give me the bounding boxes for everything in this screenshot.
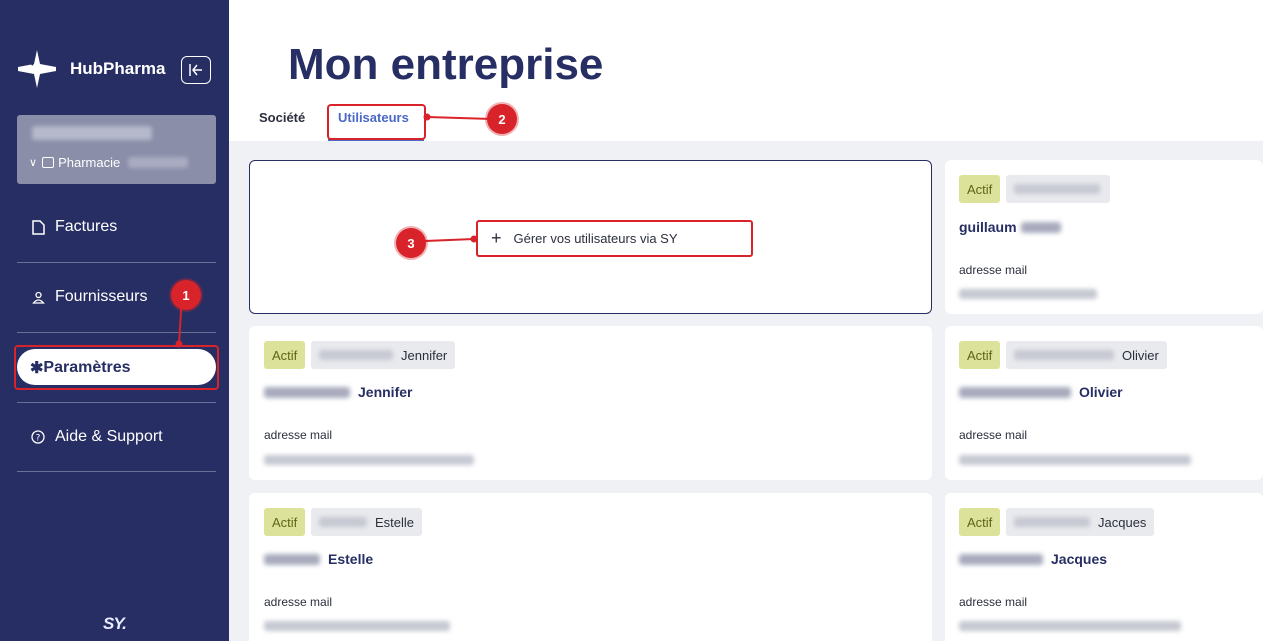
user-icon bbox=[30, 289, 46, 305]
user-tag-first-name: Jennifer bbox=[401, 347, 448, 363]
email-value-redacted bbox=[264, 452, 474, 470]
nav-label-factures: Factures bbox=[55, 218, 118, 235]
nav-item-fournisseurs[interactable]: Fournisseurs bbox=[30, 288, 147, 306]
user-last-name-redacted bbox=[1014, 350, 1114, 360]
callout-badge-3: 3 bbox=[396, 228, 426, 258]
email-value-redacted bbox=[959, 286, 1097, 304]
status-badge: Actif bbox=[959, 341, 1001, 369]
store-icon bbox=[42, 157, 55, 168]
user-tag-first-name: Jacques bbox=[1098, 514, 1147, 530]
email-label: adresse mail bbox=[264, 595, 333, 609]
collapse-sidebar-button[interactable] bbox=[181, 56, 211, 84]
user-tag-first-name: Olivier bbox=[1122, 347, 1159, 363]
user-last-name-redacted bbox=[319, 350, 393, 360]
highlight-parametres bbox=[14, 345, 219, 390]
callout-badge-2: 2 bbox=[487, 104, 517, 134]
user-name-redacted bbox=[1014, 184, 1100, 194]
user-tag: Estelle bbox=[311, 508, 423, 536]
email-label: adresse mail bbox=[959, 263, 1028, 277]
manage-users-label: Gérer vos utilisateurs via SY bbox=[513, 231, 678, 246]
user-first-name: Jacques bbox=[1051, 551, 1108, 567]
user-first-name: Olivier bbox=[1079, 384, 1123, 400]
svg-text:?: ? bbox=[36, 434, 41, 444]
email-label: adresse mail bbox=[959, 595, 1028, 609]
user-full-name: Jacques bbox=[959, 551, 1107, 567]
nav-label-aide: Aide & Support bbox=[55, 428, 163, 445]
status-badge: Actif bbox=[264, 341, 306, 369]
email-label: adresse mail bbox=[959, 428, 1028, 442]
page-title: Mon entreprise bbox=[288, 40, 604, 89]
user-last-name-redacted bbox=[959, 386, 1071, 398]
account-user-name-redacted bbox=[32, 126, 152, 140]
nav-item-aide[interactable]: ? Aide & Support bbox=[30, 428, 163, 446]
status-badge: Actif bbox=[959, 508, 1001, 536]
highlight-utilisateurs bbox=[327, 104, 426, 140]
document-icon bbox=[30, 219, 46, 235]
user-last-name-redacted bbox=[264, 386, 350, 398]
status-badge: Actif bbox=[264, 508, 306, 536]
tab-societe[interactable]: Société bbox=[259, 110, 305, 125]
hubpharma-logo-icon bbox=[18, 50, 56, 88]
help-icon: ? bbox=[30, 429, 46, 445]
account-pharmacy: ∨ Pharmacie bbox=[29, 155, 189, 170]
user-last-name-redacted bbox=[1020, 221, 1061, 233]
nav-label-fournisseurs: Fournisseurs bbox=[55, 288, 148, 305]
user-full-name: Jennifer bbox=[264, 384, 412, 400]
nav-divider bbox=[17, 402, 216, 403]
user-full-name: guillaum bbox=[959, 219, 1061, 235]
callout-badge-1: 1 bbox=[171, 280, 201, 310]
callout-line-3 bbox=[424, 235, 478, 243]
brand: HubPharma bbox=[18, 50, 165, 88]
chevron-down-icon: ∨ bbox=[29, 157, 38, 169]
user-last-name-redacted bbox=[319, 517, 367, 527]
app-root: HubPharma ∨ Pharmacie Factures Fournisse… bbox=[0, 0, 1263, 641]
user-first-name: Estelle bbox=[328, 551, 374, 567]
nav-divider bbox=[17, 471, 216, 472]
user-tag: Olivier bbox=[1006, 341, 1167, 369]
user-tag: Jennifer bbox=[311, 341, 456, 369]
pharmacy-label: Pharmacie bbox=[58, 155, 121, 170]
user-full-name: Estelle bbox=[264, 551, 373, 567]
email-value-redacted bbox=[959, 618, 1181, 636]
manage-users-button[interactable]: + Gérer vos utilisateurs via SY bbox=[476, 220, 753, 257]
user-first-name: guillaum bbox=[959, 219, 1017, 235]
nav-item-factures[interactable]: Factures bbox=[30, 218, 117, 236]
user-tag bbox=[1006, 175, 1110, 203]
user-tag-first-name: Estelle bbox=[375, 514, 415, 530]
user-last-name-redacted bbox=[1014, 517, 1090, 527]
user-last-name-redacted bbox=[959, 553, 1043, 565]
brand-name: HubPharma bbox=[70, 59, 166, 78]
plus-icon: + bbox=[491, 228, 502, 248]
user-first-name: Jennifer bbox=[358, 384, 413, 400]
user-full-name: Olivier bbox=[959, 384, 1123, 400]
status-badge: Actif bbox=[959, 175, 1001, 203]
user-last-name-redacted bbox=[264, 553, 320, 565]
user-tag: Jacques bbox=[1006, 508, 1155, 536]
sy-logo: SY. bbox=[103, 614, 127, 633]
pharmacy-name-redacted bbox=[128, 157, 189, 168]
collapse-icon bbox=[189, 64, 202, 76]
account-switcher[interactable]: ∨ Pharmacie bbox=[17, 115, 216, 184]
email-label: adresse mail bbox=[264, 428, 333, 442]
email-value-redacted bbox=[959, 452, 1191, 470]
nav-divider bbox=[17, 262, 216, 263]
sidebar: HubPharma ∨ Pharmacie Factures Fournisse… bbox=[0, 0, 229, 641]
email-value-redacted bbox=[264, 618, 450, 636]
